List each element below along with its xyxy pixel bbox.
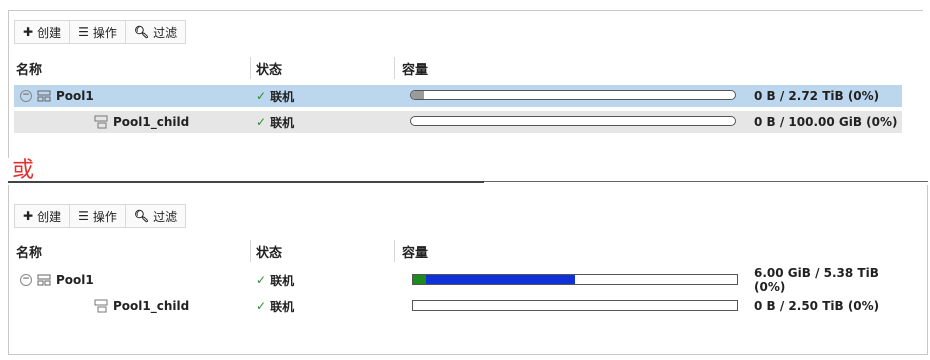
- column-status-label: 状态: [256, 245, 283, 261]
- create-button[interactable]: ✚ 创建: [15, 205, 71, 227]
- column-header-capacity[interactable]: 容量: [402, 240, 428, 262]
- column-header-name[interactable]: 名称: [16, 240, 42, 262]
- capacity-text: 6.00 GiB / 5.38 TiB (0%): [754, 266, 879, 294]
- filter-label: 过滤: [153, 209, 178, 224]
- column-capacity-label: 容量: [402, 62, 429, 78]
- column-status-label: 状态: [256, 62, 283, 78]
- top-toolbar: ✚ 创建 ☰ 操作 🔍︎ 过滤: [14, 20, 187, 44]
- pool-icon: [37, 90, 51, 102]
- plus-icon: ✚: [23, 25, 34, 39]
- table-row-pool1-child[interactable]: Pool1_child ✓ 联机 0 B / 100.00 GiB (0%): [14, 111, 902, 133]
- plus-icon: ✚: [23, 209, 34, 223]
- capacity-bar: [410, 116, 736, 126]
- table-row-pool1[interactable]: − Pool1 ✓ 联机 6.00 GiB / 5.38 TiB (0%): [14, 266, 902, 294]
- capacity-bar-fill: [411, 91, 424, 99]
- create-label: 创建: [37, 209, 62, 224]
- capacity-bar: [412, 300, 738, 311]
- name-cell: Pool1_child: [94, 111, 189, 133]
- create-button[interactable]: ✚ 创建: [15, 21, 71, 43]
- status-text: 联机: [270, 273, 295, 288]
- name-cell: − Pool1: [20, 85, 94, 107]
- search-icon: 🔍︎: [133, 209, 150, 223]
- actions-label: 操作: [92, 209, 117, 224]
- list-icon: ☰: [78, 25, 89, 39]
- top-table-header: 名称 状态 容量: [14, 57, 902, 79]
- or-separator-label: 或: [12, 158, 35, 183]
- capacity-text: 0 B / 2.50 TiB (0%): [754, 299, 880, 313]
- column-name-label: 名称: [16, 245, 43, 261]
- capacity-text: 0 B / 2.72 TiB (0%): [754, 89, 880, 103]
- column-header-status[interactable]: 状态: [256, 57, 282, 79]
- column-header-name[interactable]: 名称: [16, 57, 42, 79]
- separator-line: [8, 181, 484, 183]
- column-header-status[interactable]: 状态: [256, 240, 282, 262]
- column-divider[interactable]: [394, 57, 395, 79]
- pool-child-name: Pool1_child: [113, 115, 190, 129]
- status-text: 联机: [270, 299, 295, 314]
- capacity-bar-fill-green: [413, 275, 426, 284]
- column-divider[interactable]: [250, 240, 251, 262]
- actions-button[interactable]: ☰ 操作: [70, 205, 126, 227]
- capacity-bar-fill-blue: [425, 275, 575, 284]
- check-icon: ✓: [256, 273, 267, 287]
- list-icon: ☰: [78, 209, 89, 223]
- name-cell: − Pool1: [20, 269, 94, 291]
- child-pool-icon: [94, 115, 108, 129]
- status-cell: ✓ 联机: [256, 85, 294, 107]
- create-label: 创建: [37, 25, 62, 40]
- status-text: 联机: [270, 89, 295, 104]
- name-cell: Pool1_child: [94, 295, 189, 317]
- top-panel-border-left: [8, 10, 9, 158]
- check-icon: ✓: [256, 115, 267, 129]
- top-panel-border: [8, 10, 923, 11]
- table-row-pool1[interactable]: − Pool1 ✓ 联机 0 B / 2.72 TiB (0%): [14, 85, 902, 107]
- status-cell: ✓ 联机: [256, 111, 294, 133]
- check-icon: ✓: [256, 89, 267, 103]
- search-icon: 🔍︎: [133, 25, 150, 39]
- status-text: 联机: [270, 115, 295, 130]
- capacity-bar: [412, 274, 738, 285]
- table-row-pool1-child[interactable]: Pool1_child ✓ 联机 0 B / 2.50 TiB (0%): [14, 295, 902, 317]
- status-cell: ✓ 联机: [256, 295, 294, 317]
- collapse-icon[interactable]: −: [20, 274, 32, 286]
- column-capacity-label: 容量: [402, 245, 429, 261]
- pool-icon: [37, 274, 51, 286]
- child-pool-icon: [94, 299, 108, 313]
- pool-name: Pool1: [56, 273, 94, 287]
- filter-button[interactable]: 🔍︎ 过滤: [126, 21, 185, 43]
- pool-child-name: Pool1_child: [113, 299, 190, 313]
- capacity-text: 0 B / 100.00 GiB (0%): [754, 115, 898, 129]
- column-header-capacity[interactable]: 容量: [402, 57, 428, 79]
- status-cell: ✓ 联机: [256, 269, 294, 291]
- filter-label: 过滤: [153, 25, 178, 40]
- separator-line-thin: [484, 181, 928, 182]
- check-icon: ✓: [256, 299, 267, 313]
- column-name-label: 名称: [16, 62, 43, 78]
- bottom-table-header: 名称 状态 容量: [14, 240, 902, 262]
- bottom-toolbar: ✚ 创建 ☰ 操作 🔍︎ 过滤: [14, 204, 187, 228]
- filter-button[interactable]: 🔍︎ 过滤: [126, 205, 185, 227]
- capacity-bar: [410, 90, 736, 100]
- column-divider[interactable]: [394, 240, 395, 262]
- actions-label: 操作: [92, 25, 117, 40]
- collapse-icon[interactable]: −: [20, 90, 32, 102]
- actions-button[interactable]: ☰ 操作: [70, 21, 126, 43]
- pool-name: Pool1: [56, 89, 94, 103]
- column-divider[interactable]: [250, 57, 251, 79]
